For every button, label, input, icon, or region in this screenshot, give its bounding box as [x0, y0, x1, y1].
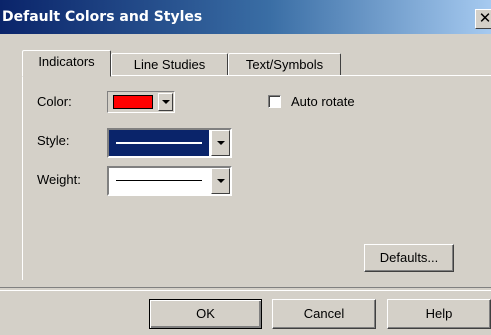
tab-panel	[22, 75, 491, 280]
cancel-button[interactable]: Cancel	[272, 299, 376, 329]
footer-separator	[0, 287, 491, 291]
tab-indicators[interactable]: Indicators	[22, 50, 111, 77]
title-bar[interactable]: Default Colors and Styles ✕	[0, 0, 491, 34]
tab-line-studies[interactable]: Line Studies	[111, 53, 228, 76]
help-button[interactable]: Help	[387, 299, 491, 329]
window-title: Default Colors and Styles	[2, 9, 203, 25]
tab-text-symbols[interactable]: Text/Symbols	[228, 53, 341, 76]
dialog-window: Default Colors and Styles ✕ Indicators L…	[0, 0, 491, 335]
ok-button[interactable]: OK	[149, 299, 262, 329]
close-icon: ✕	[478, 10, 491, 27]
close-button[interactable]: ✕	[475, 9, 491, 29]
